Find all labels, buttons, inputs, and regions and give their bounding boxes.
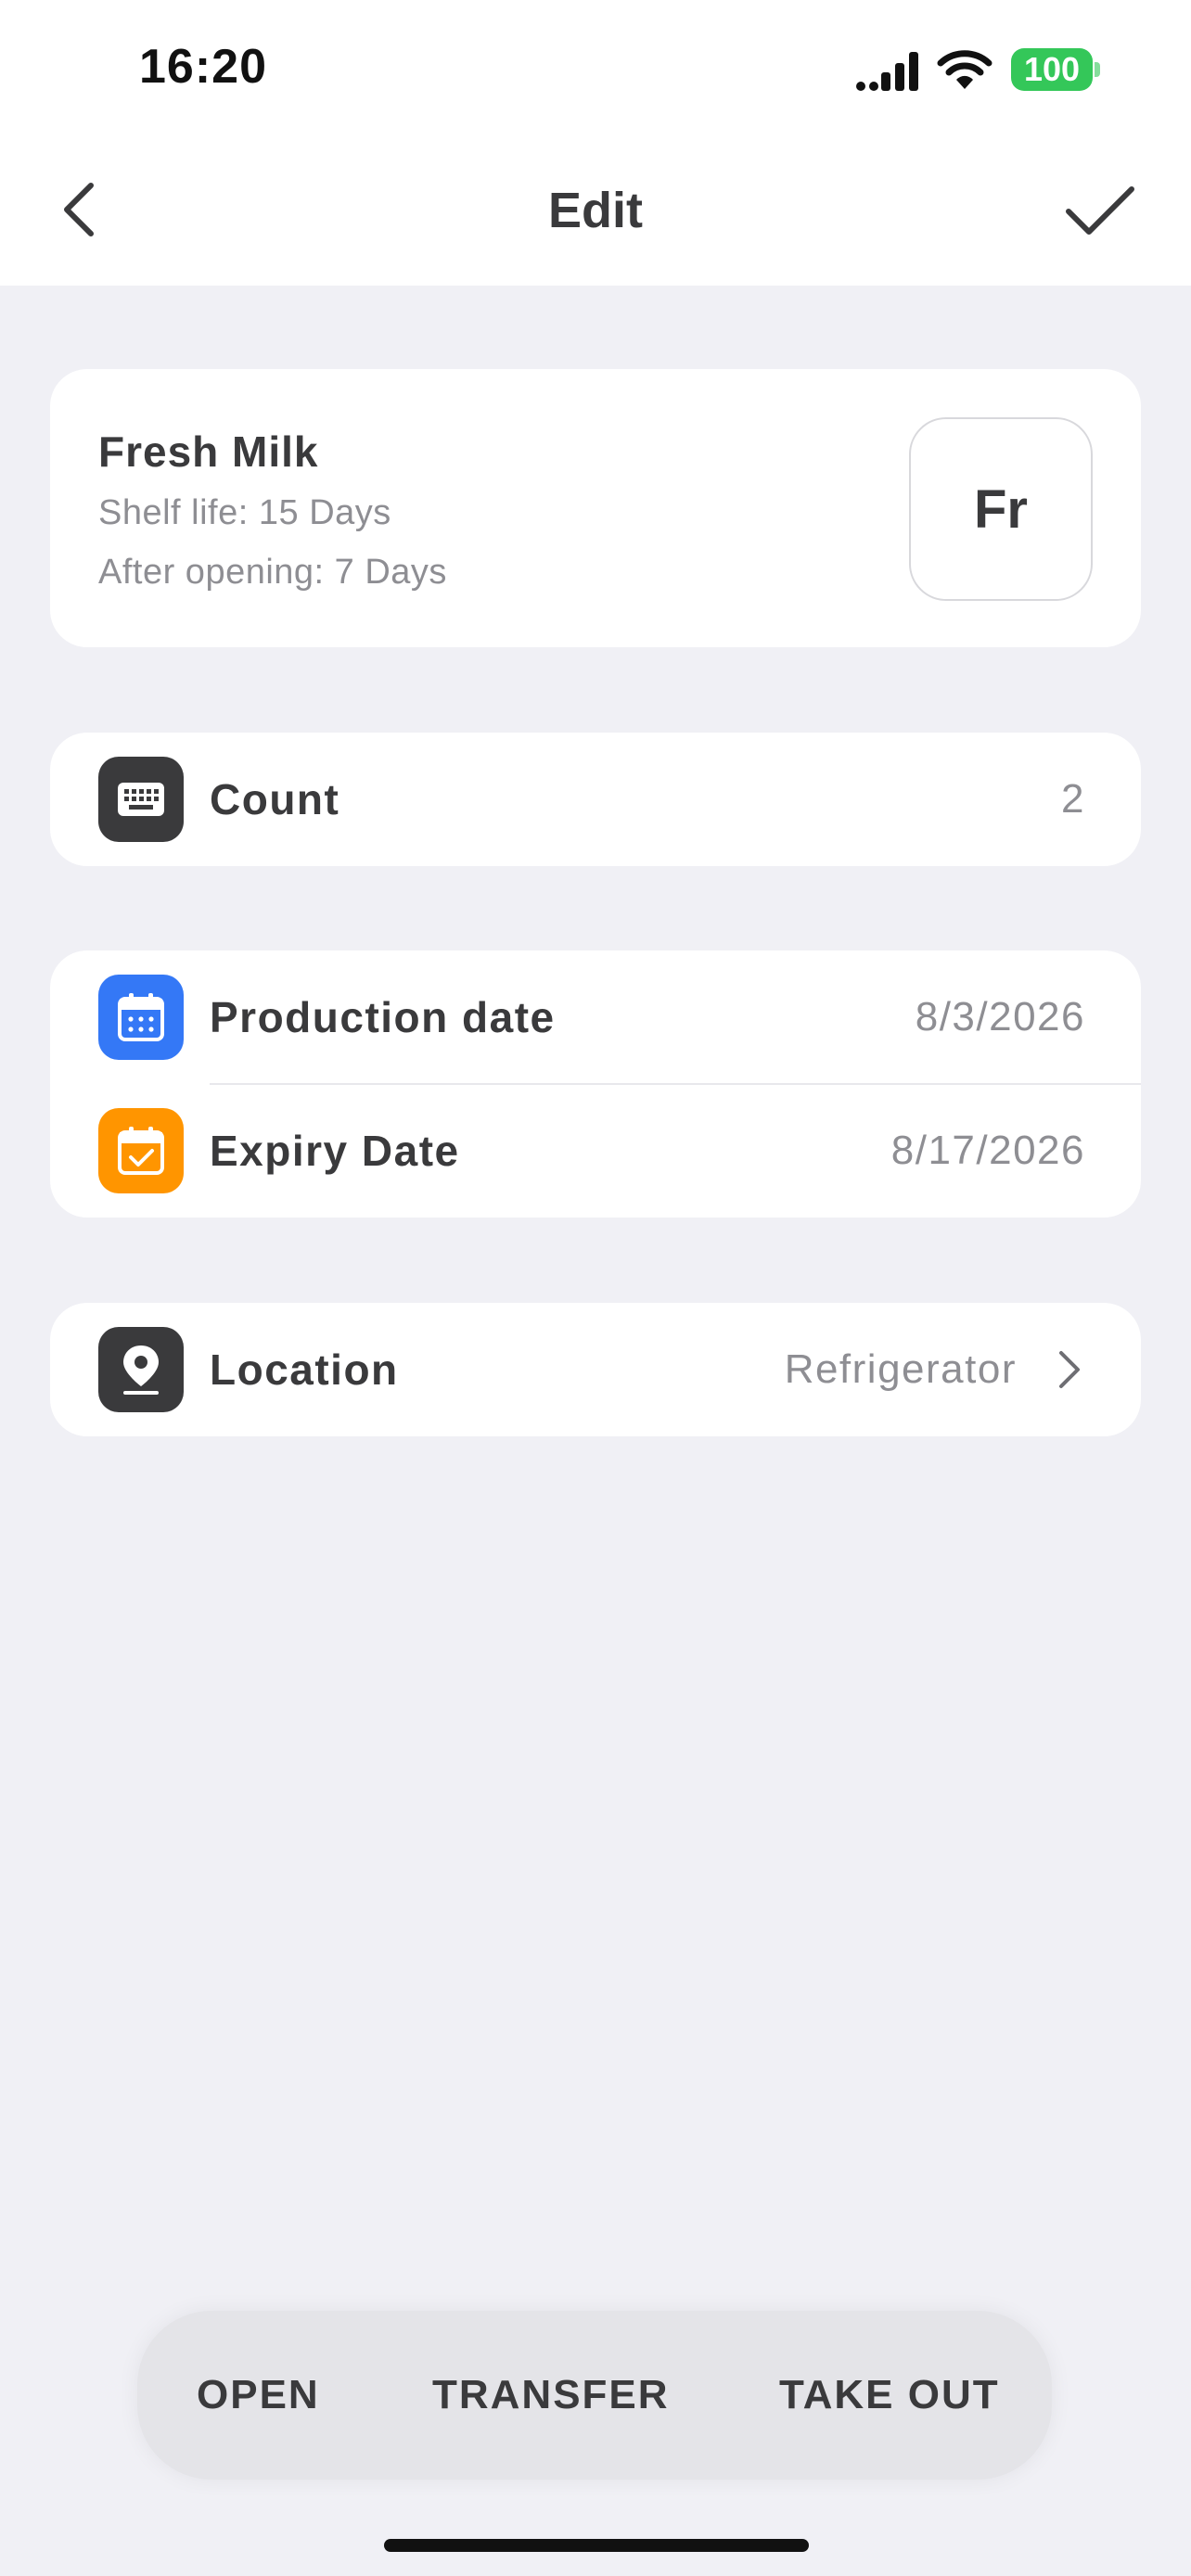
cellular-signal-icon [856,52,918,91]
battery-icon: 100 [1011,48,1102,91]
after-opening-text: After opening: 7 Days [98,553,447,592]
location-value: Refrigerator [784,1346,1017,1392]
home-indicator[interactable] [384,2539,809,2552]
location-row[interactable]: Location Refrigerator [50,1303,1141,1436]
calendar-icon [98,975,184,1060]
done-button[interactable] [1057,176,1141,243]
calendar-check-icon [98,1108,184,1193]
page-title: Edit [548,183,643,238]
expiry-date-row[interactable]: Expiry Date 8/17/2026 [50,1084,1141,1218]
expiry-date-value: 8/17/2026 [890,1128,1085,1173]
count-card: Count 2 [50,733,1141,866]
location-card: Location Refrigerator [50,1303,1141,1436]
production-date-value: 8/3/2026 [915,994,1085,1039]
open-button[interactable]: OPEN [197,2311,320,2480]
product-card[interactable]: Fresh Milk Shelf life: 15 Days After ope… [50,369,1141,647]
transfer-button[interactable]: TRANSFER [432,2311,670,2480]
production-date-row[interactable]: Production date 8/3/2026 [50,950,1141,1084]
take-out-button[interactable]: TAKE OUT [779,2311,1000,2480]
production-date-label: Production date [210,993,556,1041]
chevron-right-icon [1059,1351,1080,1388]
count-label: Count [210,775,340,823]
product-name: Fresh Milk [98,427,319,476]
status-time: 16:20 [139,40,267,94]
action-bar: OPEN TRANSFER TAKE OUT [137,2311,1052,2480]
expiry-date-label: Expiry Date [210,1127,460,1175]
location-pin-icon [98,1327,184,1412]
count-row[interactable]: Count 2 [50,733,1141,866]
wifi-icon [937,50,992,89]
count-value: 2 [1061,776,1085,822]
location-label: Location [210,1345,399,1394]
dates-card: Production date 8/3/2026 Expiry Date 8/1… [50,950,1141,1218]
top-bar: 16:20 100 Edit [0,0,1191,286]
shelf-life-text: Shelf life: 15 Days [98,493,391,532]
product-thumbnail[interactable]: Fr [909,417,1093,601]
battery-level: 100 [1011,48,1093,91]
keyboard-icon [98,757,184,842]
thumbnail-text: Fr [974,478,1028,540]
